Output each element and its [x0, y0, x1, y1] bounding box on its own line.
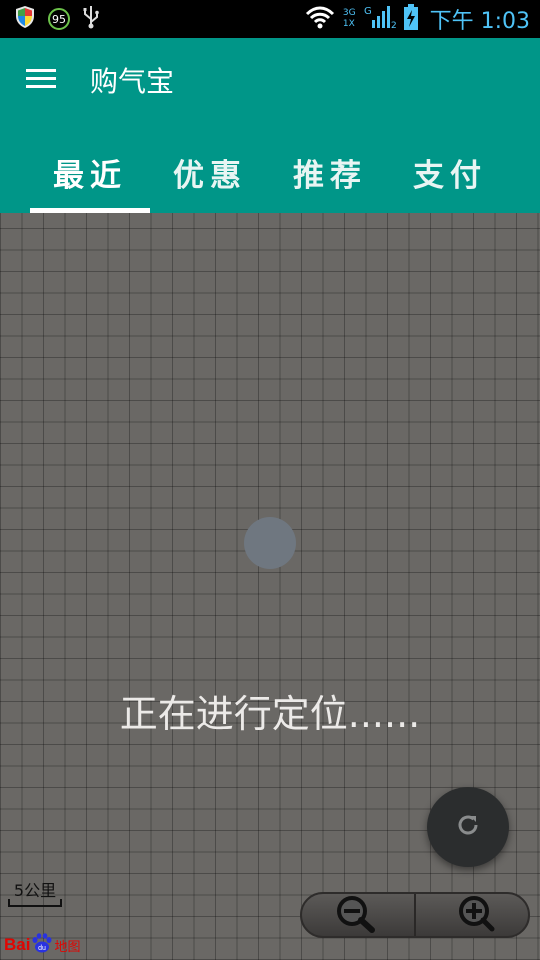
- usb-icon: [82, 5, 100, 33]
- zoom-out-button[interactable]: [302, 894, 414, 936]
- tab-label: 最近: [53, 158, 127, 194]
- battery-level-badge: 95: [48, 8, 70, 30]
- logo-text-bai: Bai: [4, 935, 31, 954]
- map-view[interactable]: 正在进行定位...... 5公里 Bai du 地图: [0, 213, 540, 960]
- network-type-top: 3G: [342, 8, 356, 18]
- locating-message: 正在进行定位......: [119, 692, 421, 736]
- status-bar-left: 95: [14, 5, 100, 33]
- refresh-button[interactable]: [427, 787, 509, 867]
- status-clock: 下午 1:03: [429, 9, 530, 34]
- logo-text-map: 地图: [54, 939, 81, 955]
- tab-recommend[interactable]: 推荐: [270, 138, 390, 213]
- location-marker: [244, 517, 296, 569]
- data-network-indicator: 3G 1X: [343, 9, 356, 29]
- refresh-icon: [454, 811, 482, 843]
- logo-text-du: du: [39, 945, 47, 952]
- battery-charging-icon: [403, 4, 418, 34]
- svg-text:G: G: [364, 6, 372, 17]
- tab-payment[interactable]: 支付: [390, 138, 510, 213]
- app-title: 购气宝: [90, 65, 175, 98]
- tab-discount[interactable]: 优惠: [150, 138, 270, 213]
- signal-icon: G 2: [364, 4, 396, 34]
- app-bar: 购气宝 最近 优惠 推荐 支付: [0, 38, 540, 213]
- tab-label: 优惠: [173, 158, 247, 194]
- tab-label: 推荐: [293, 158, 367, 194]
- zoom-out-icon: [334, 893, 382, 937]
- paw-icon: du: [31, 933, 53, 957]
- tab-recent[interactable]: 最近: [30, 138, 150, 213]
- baidu-map-logo: Bai du 地图: [4, 933, 80, 957]
- network-type-bottom: 1X: [342, 19, 355, 29]
- tab-label: 支付: [413, 158, 487, 194]
- status-bar-right: 3G 1X G 2 下午 1:03: [305, 4, 530, 34]
- map-scale: 5公里: [8, 877, 62, 907]
- zoom-control: [300, 892, 530, 938]
- menu-button[interactable]: [26, 66, 58, 92]
- zoom-in-button[interactable]: [416, 894, 528, 936]
- wifi-icon: [305, 5, 335, 33]
- scale-label: 5公里: [13, 881, 57, 900]
- status-bar: 95 3G 1X G 2 下午 1:03: [0, 0, 540, 38]
- shield-icon: [14, 5, 36, 33]
- zoom-in-icon: [448, 893, 496, 937]
- tab-bar: 最近 优惠 推荐 支付: [0, 138, 540, 213]
- svg-text:2: 2: [391, 21, 396, 30]
- menu-icon: [26, 69, 58, 88]
